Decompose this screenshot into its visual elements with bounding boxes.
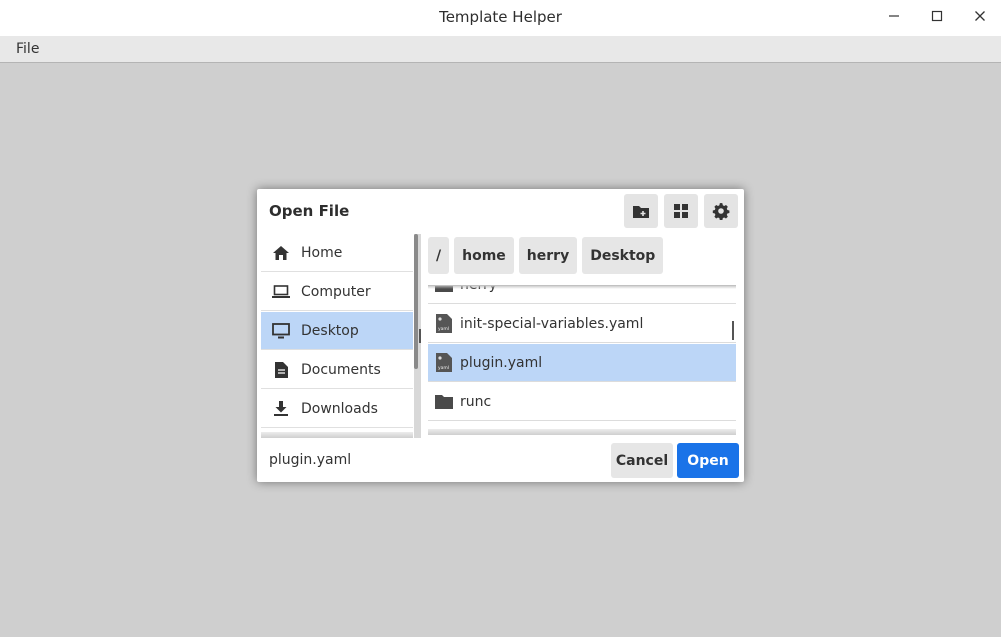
grid-icon (674, 204, 688, 218)
file-list-bottom-shadow (428, 429, 736, 435)
file-list: herry yaml init-special-variables.yaml y… (428, 285, 736, 435)
title-bar: Template Helper (0, 0, 1001, 36)
path-crumb-home[interactable]: home (454, 237, 514, 274)
minimize-icon (889, 15, 899, 17)
gear-icon (712, 203, 730, 220)
sidebar-item-documents[interactable]: Documents (261, 351, 413, 389)
open-button[interactable]: Open (677, 443, 739, 478)
open-file-dialog: Open File Home Computer Desktop Document… (257, 189, 744, 482)
new-folder-button[interactable] (624, 194, 658, 228)
monitor-icon (261, 322, 301, 339)
folder-plus-icon (633, 206, 649, 218)
download-icon (261, 401, 301, 416)
yaml-file-icon: yaml (428, 314, 460, 333)
file-list-top-shadow (428, 285, 736, 289)
yaml-file-icon: yaml (428, 353, 460, 372)
minimize-button[interactable] (879, 4, 909, 28)
settings-button[interactable] (704, 194, 738, 228)
sidebar-scrollbar-thumb[interactable] (414, 234, 418, 369)
sidebar-item-label: Home (301, 244, 343, 261)
file-name: init-special-variables.yaml (460, 315, 644, 332)
path-crumb-desktop[interactable]: Desktop (582, 237, 664, 274)
file-row-runc[interactable]: runc (428, 383, 736, 421)
file-row-plugin[interactable]: yaml plugin.yaml (428, 344, 736, 382)
svg-text:yaml: yaml (438, 326, 449, 332)
dialog-title: Open File (269, 202, 350, 220)
grid-view-button[interactable] (664, 194, 698, 228)
sidebar-scroll-shadow (261, 432, 413, 438)
menu-bar: File (0, 36, 1001, 63)
laptop-icon (261, 285, 301, 298)
maximize-icon (931, 10, 943, 22)
close-button[interactable] (965, 4, 995, 28)
close-icon (975, 11, 985, 21)
file-name: plugin.yaml (460, 354, 543, 371)
places-sidebar: Home Computer Desktop Documents Download… (261, 234, 413, 438)
sidebar-item-label: Desktop (301, 322, 359, 339)
menu-file[interactable]: File (16, 41, 39, 57)
document-icon (261, 361, 301, 378)
sidebar-item-label: Downloads (301, 400, 378, 417)
sidebar-item-label: Computer (301, 283, 371, 300)
sidebar-item-home[interactable]: Home (261, 234, 413, 272)
filename-field[interactable]: plugin.yaml (269, 452, 351, 468)
window-title: Template Helper (439, 8, 562, 26)
path-crumb-herry[interactable]: herry (518, 237, 578, 274)
home-icon (261, 245, 301, 260)
sidebar-item-desktop[interactable]: Desktop (261, 312, 413, 350)
folder-icon (428, 394, 460, 409)
svg-text:yaml: yaml (438, 365, 449, 371)
file-row-init-special-variables[interactable]: yaml init-special-variables.yaml (428, 305, 736, 343)
cancel-button[interactable]: Cancel (611, 443, 673, 478)
file-name: runc (460, 393, 492, 410)
maximize-button[interactable] (922, 4, 952, 28)
path-bar: / home herry Desktop (428, 237, 664, 275)
file-list-scrollbar[interactable] (732, 321, 734, 340)
path-crumb-root[interactable]: / (428, 237, 450, 274)
pane-resize-handle[interactable] (419, 329, 421, 343)
sidebar-item-downloads[interactable]: Downloads (261, 390, 413, 428)
sidebar-item-label: Documents (301, 361, 381, 378)
sidebar-item-computer[interactable]: Computer (261, 273, 413, 311)
